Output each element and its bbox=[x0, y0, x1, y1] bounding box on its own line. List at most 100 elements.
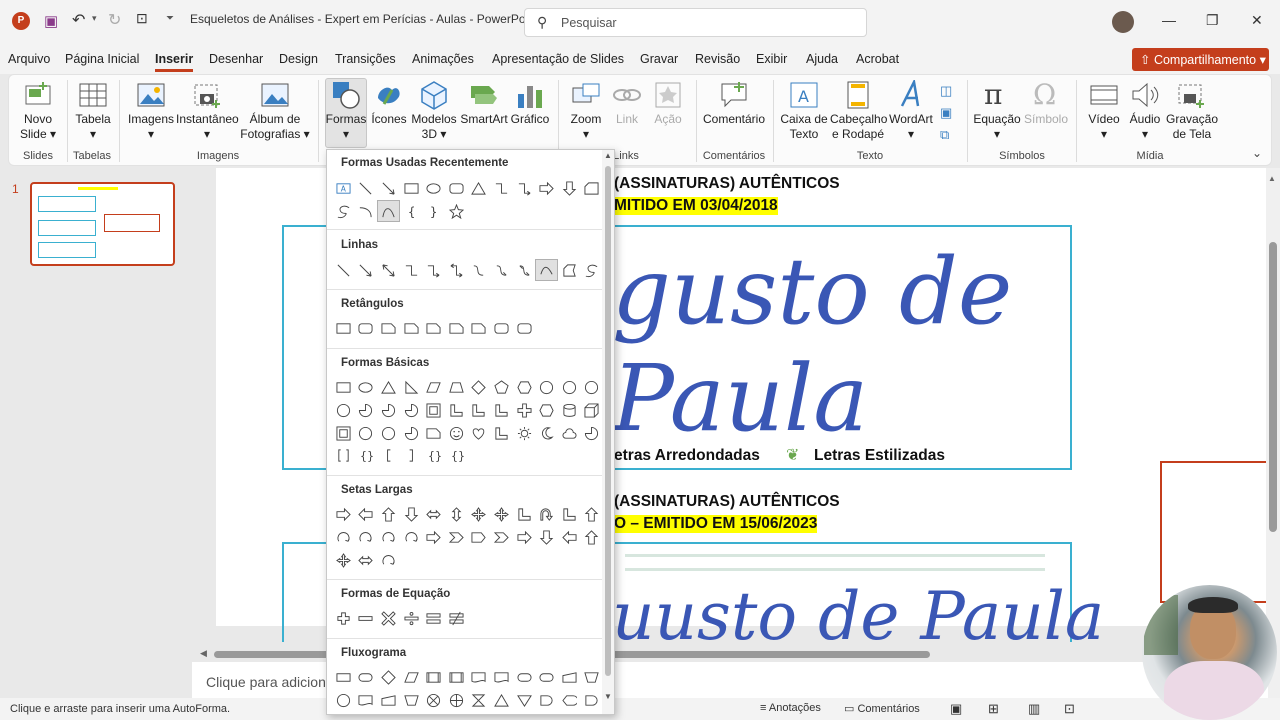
right-arrow-shape-icon[interactable] bbox=[535, 177, 558, 199]
minimize-icon[interactable]: — bbox=[1162, 12, 1176, 28]
cabecalho-button[interactable]: Cabeçalho e Rodapé bbox=[830, 112, 887, 142]
scribble-line-icon[interactable] bbox=[581, 259, 604, 281]
arrow-circA-icon[interactable] bbox=[332, 526, 355, 548]
arrow-circA-icon[interactable] bbox=[377, 549, 400, 571]
basic-hex-icon[interactable] bbox=[535, 399, 558, 421]
arrow-arR-icon[interactable] bbox=[422, 526, 445, 548]
equation-eeq-icon[interactable] bbox=[422, 607, 445, 629]
basic-pent-icon[interactable] bbox=[490, 376, 513, 398]
freeform-scribble-icon[interactable] bbox=[332, 200, 355, 222]
line-arrow-icon[interactable] bbox=[355, 259, 378, 281]
caixa-texto-button[interactable]: Caixa de Texto bbox=[780, 112, 828, 142]
double-arrow-line-icon[interactable] bbox=[377, 259, 400, 281]
gravacao-button[interactable]: Gravação de Tela bbox=[1166, 112, 1218, 142]
basic-smile-icon[interactable] bbox=[445, 422, 468, 444]
curved-double-arrow-connector-icon[interactable] bbox=[513, 259, 536, 281]
snip-rectangle-shape-icon[interactable] bbox=[581, 177, 604, 199]
basic-rect-icon[interactable] bbox=[332, 376, 355, 398]
arrow-circA-icon[interactable] bbox=[377, 526, 400, 548]
arrow-lshape-icon[interactable] bbox=[513, 503, 536, 525]
slideshow-icon[interactable]: ⊡ bbox=[1064, 701, 1075, 717]
equation-emul-icon[interactable] bbox=[377, 607, 400, 629]
basic-circ-icon[interactable] bbox=[355, 422, 378, 444]
arrow-arQ-icon[interactable] bbox=[468, 503, 491, 525]
video-button[interactable]: Vídeo ▾ bbox=[1083, 112, 1125, 142]
basic-frame-icon[interactable] bbox=[422, 399, 445, 421]
rect-rrect-icon[interactable] bbox=[355, 317, 378, 339]
down-arrow-shape-icon[interactable] bbox=[558, 177, 581, 199]
slide-sorter-icon[interactable]: ⊞ bbox=[988, 701, 999, 717]
basic-dia-icon[interactable] bbox=[468, 376, 491, 398]
tab-desenhar[interactable]: Desenhar bbox=[209, 52, 263, 66]
flow-fpred-icon[interactable] bbox=[422, 666, 445, 688]
flow-fcoll-icon[interactable] bbox=[468, 689, 491, 711]
oval-shape-icon[interactable] bbox=[422, 177, 445, 199]
arrow-chev-icon[interactable] bbox=[490, 526, 513, 548]
left-brace-icon[interactable]: { bbox=[400, 200, 423, 222]
basic-circ-icon[interactable] bbox=[377, 422, 400, 444]
close-icon[interactable]: ✕ bbox=[1251, 12, 1263, 29]
basic-frame-icon[interactable] bbox=[332, 422, 355, 444]
collapse-ribbon-icon[interactable]: ⌄ bbox=[1252, 146, 1262, 160]
arrow-uturn-icon[interactable] bbox=[535, 503, 558, 525]
arrow-arLR-icon[interactable] bbox=[355, 549, 378, 571]
modelos3d-button[interactable]: Modelos 3D ▾ bbox=[411, 112, 457, 142]
basic-pie-icon[interactable] bbox=[377, 399, 400, 421]
elbow-arrow-connector-icon[interactable] bbox=[513, 177, 536, 199]
basic-pie-icon[interactable] bbox=[400, 422, 423, 444]
basic-lbr-icon[interactable] bbox=[377, 444, 400, 466]
rect-snip-icon[interactable] bbox=[377, 317, 400, 339]
arrow-chev-icon[interactable] bbox=[445, 526, 468, 548]
tab-apresentacao[interactable]: Apresentação de Slides bbox=[492, 52, 624, 66]
curve-line-icon[interactable] bbox=[535, 259, 558, 281]
tab-arquivo[interactable]: Arquivo bbox=[8, 52, 50, 66]
arrow-arLR-icon[interactable] bbox=[422, 503, 445, 525]
basic-cube-icon[interactable] bbox=[581, 399, 604, 421]
rect-rrect-icon[interactable] bbox=[490, 317, 513, 339]
elbow-connector-line-icon[interactable] bbox=[400, 259, 423, 281]
notes-toggle-button[interactable]: ≡ Anotações bbox=[760, 702, 821, 714]
basic-brc-icon[interactable]: {} bbox=[445, 444, 468, 466]
basic-para-icon[interactable] bbox=[422, 376, 445, 398]
rect-rect-icon[interactable] bbox=[332, 317, 355, 339]
basic-pie-icon[interactable] bbox=[581, 422, 604, 444]
basic-circ-icon[interactable] bbox=[332, 399, 355, 421]
flow-for-icon[interactable] bbox=[445, 689, 468, 711]
rect-rrect-icon[interactable] bbox=[513, 317, 536, 339]
arrow-arU-icon[interactable] bbox=[377, 503, 400, 525]
basic-brc-icon[interactable]: {} bbox=[422, 444, 445, 466]
restore-icon[interactable]: ❐ bbox=[1206, 12, 1219, 29]
search-box[interactable]: ⚲ Pesquisar bbox=[524, 8, 867, 37]
basic-snip-icon[interactable] bbox=[422, 422, 445, 444]
flow-fproc-icon[interactable] bbox=[332, 666, 355, 688]
basic-tri-icon[interactable] bbox=[377, 376, 400, 398]
basic-trap-icon[interactable] bbox=[445, 376, 468, 398]
flow-fpred-icon[interactable] bbox=[445, 666, 468, 688]
flow-fmerge-icon[interactable] bbox=[513, 689, 536, 711]
smartart-button[interactable]: SmartArt bbox=[460, 112, 508, 127]
flow-fdoc-icon[interactable] bbox=[490, 666, 513, 688]
novo-slide-button[interactable]: Novo Slide ▾ bbox=[14, 112, 62, 142]
flow-fterm-icon[interactable] bbox=[513, 666, 536, 688]
shapes-gallery[interactable]: Formas Usadas Recentemente A { } Linhas bbox=[326, 149, 615, 715]
elbow-double-arrow-line-icon[interactable] bbox=[445, 259, 468, 281]
rounded-rectangle-shape-icon[interactable] bbox=[445, 177, 468, 199]
basic-oval-icon[interactable] bbox=[355, 376, 378, 398]
save-icon[interactable]: ▣ bbox=[44, 12, 58, 30]
basic-cloud-icon[interactable] bbox=[558, 422, 581, 444]
basic-lshape-icon[interactable] bbox=[490, 399, 513, 421]
tab-animacoes[interactable]: Animações bbox=[412, 52, 474, 66]
curve-shape-icon[interactable] bbox=[377, 200, 400, 222]
tab-ajuda[interactable]: Ajuda bbox=[806, 52, 838, 66]
text-extra-icons[interactable]: ◫ ▣ ⧉ bbox=[940, 80, 952, 146]
line-shape-icon[interactable] bbox=[355, 177, 378, 199]
instantaneo-button[interactable]: Instantâneo ▾ bbox=[176, 112, 239, 142]
avatar[interactable] bbox=[1112, 11, 1134, 33]
arrow-arL-icon[interactable] bbox=[355, 503, 378, 525]
comentario-button[interactable]: Comentário bbox=[702, 112, 766, 127]
undo-icon[interactable]: ↶ bbox=[72, 10, 85, 30]
basic-brc-icon[interactable]: {} bbox=[355, 444, 378, 466]
line-icon[interactable] bbox=[332, 259, 355, 281]
rectangle-shape-icon[interactable] bbox=[400, 177, 423, 199]
basic-heart-icon[interactable] bbox=[468, 422, 491, 444]
